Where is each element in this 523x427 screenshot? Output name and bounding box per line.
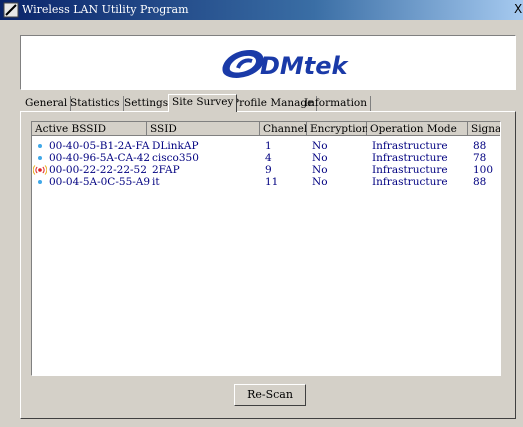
- cell-channel: 9: [265, 164, 272, 176]
- logo-text: DMtek: [260, 52, 350, 80]
- cell-ssid: cisco350: [152, 152, 199, 164]
- rescan-button[interactable]: Re-Scan: [234, 384, 306, 406]
- cell-encryption: No: [312, 164, 328, 176]
- column-header-signal[interactable]: Signal: [468, 122, 500, 136]
- cell-bssid: 00-40-96-5A-CA-42: [49, 152, 151, 164]
- cell-signal: 88: [473, 140, 487, 152]
- brand-logo: DMtek: [222, 50, 350, 80]
- cell-ssid: 2FAP: [152, 164, 180, 176]
- cell-channel: 11: [265, 176, 279, 188]
- cell-channel: 4: [265, 152, 272, 164]
- connected-signal-icon: [33, 165, 47, 175]
- table-row[interactable]: 00-00-22-22-22-52 2FAP 9 No Infrastructu…: [32, 164, 500, 176]
- column-header-bssid[interactable]: Active BSSID: [32, 122, 147, 136]
- tab-information[interactable]: Information: [301, 96, 372, 111]
- brand-banner: DMtek: [20, 35, 516, 90]
- tab-site-survey[interactable]: Site Survey: [168, 94, 238, 112]
- window-title: Wireless LAN Utility Program: [22, 3, 189, 16]
- network-dot-icon: [38, 180, 42, 184]
- cell-operation-mode: Infrastructure: [372, 140, 448, 152]
- column-header-operation-mode[interactable]: Operation Mode: [367, 122, 468, 136]
- cell-bssid: 00-00-22-22-22-52: [49, 164, 147, 176]
- close-button[interactable]: X: [514, 0, 523, 18]
- table-row[interactable]: 00-40-05-B1-2A-FA DLinkAP 1 No Infrastru…: [32, 140, 500, 152]
- cell-bssid: 00-04-5A-0C-55-A9: [49, 176, 151, 188]
- network-dot-icon: [38, 156, 42, 160]
- cell-bssid: 00-40-05-B1-2A-FA: [49, 140, 150, 152]
- tab-settings[interactable]: Settings: [121, 96, 173, 111]
- table-row[interactable]: 00-40-96-5A-CA-42 cisco350 4 No Infrastr…: [32, 152, 500, 164]
- list-header: Active BSSID SSID Channel Encryption Ope…: [32, 122, 500, 136]
- cell-ssid: it: [152, 176, 160, 188]
- cell-signal: 100: [473, 164, 494, 176]
- column-header-channel[interactable]: Channel: [260, 122, 307, 136]
- title-bar[interactable]: Wireless LAN Utility Program X: [0, 0, 523, 20]
- column-header-encryption[interactable]: Encryption: [307, 122, 369, 136]
- cell-operation-mode: Infrastructure: [372, 164, 448, 176]
- tab-general[interactable]: General: [22, 96, 72, 111]
- cell-encryption: No: [312, 140, 328, 152]
- tab-statistics[interactable]: Statistics: [67, 96, 124, 111]
- cell-signal: 88: [473, 176, 487, 188]
- cell-operation-mode: Infrastructure: [372, 176, 448, 188]
- cell-signal: 78: [473, 152, 487, 164]
- site-survey-list[interactable]: Active BSSID SSID Channel Encryption Ope…: [31, 121, 501, 376]
- cell-ssid: DLinkAP: [152, 140, 199, 152]
- app-window: Wireless LAN Utility Program X DMtek Gen…: [0, 0, 523, 427]
- cell-encryption: No: [312, 152, 328, 164]
- table-row[interactable]: 00-04-5A-0C-55-A9 it 11 No Infrastructur…: [32, 176, 500, 188]
- network-dot-icon: [38, 144, 42, 148]
- column-header-ssid[interactable]: SSID: [147, 122, 260, 136]
- app-icon: [3, 2, 19, 18]
- cell-encryption: No: [312, 176, 328, 188]
- cell-channel: 1: [265, 140, 272, 152]
- cell-operation-mode: Infrastructure: [372, 152, 448, 164]
